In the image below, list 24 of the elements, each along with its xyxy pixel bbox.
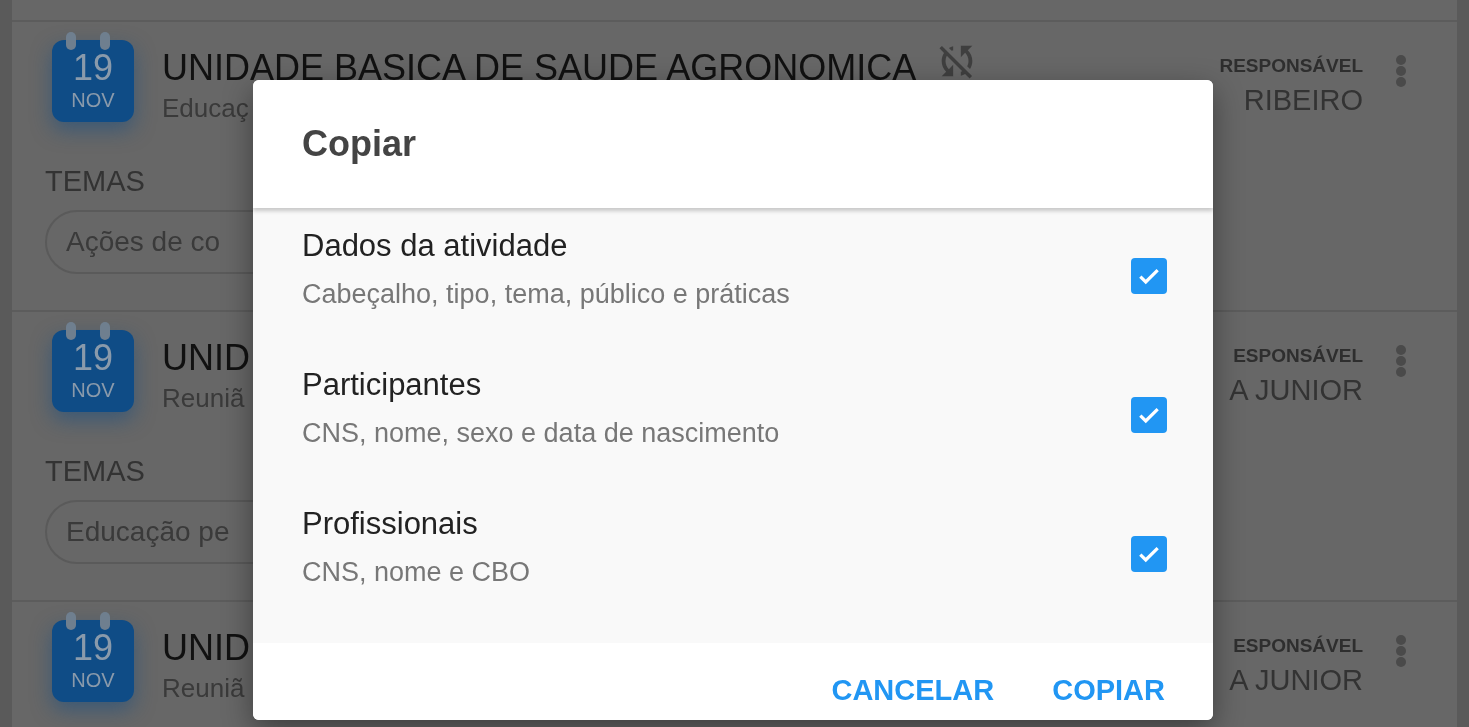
unit-title: UNIDADE BASICA DE SAUDE AGRONOMICA (162, 48, 917, 88)
day-number: 19 (72, 48, 113, 88)
option-title: Participantes (302, 366, 483, 404)
more-icon[interactable] (1395, 54, 1407, 88)
responsible-label: ESPONSÁVEL (1233, 344, 1363, 368)
more-icon[interactable] (1395, 634, 1407, 668)
option-description: CNS, nome, sexo e data de nascimento (302, 417, 781, 450)
unit-title: UNID (162, 628, 250, 668)
option-checkbox[interactable] (1131, 258, 1167, 294)
dialog-button[interactable]: CANCELAR (827, 662, 999, 719)
option-checkbox[interactable] (1131, 536, 1167, 572)
month-label: NOV (71, 378, 115, 402)
dialog-button[interactable]: COPIAR (1048, 662, 1169, 719)
option-description: Cabeçalho, tipo, tema, público e práticas (302, 278, 791, 311)
month-label: NOV (71, 668, 115, 692)
day-number: 19 (72, 338, 113, 378)
unit-title: UNID (162, 338, 250, 378)
month-label: NOV (71, 88, 115, 112)
more-icon[interactable] (1395, 344, 1407, 378)
option-checkbox[interactable] (1131, 397, 1167, 433)
day-number: 19 (72, 628, 113, 668)
responsible-label: ESPONSÁVEL (1233, 634, 1363, 658)
responsible-label: RESPONSÁVEL (1219, 54, 1363, 78)
dialog-title: Copiar (302, 122, 416, 166)
